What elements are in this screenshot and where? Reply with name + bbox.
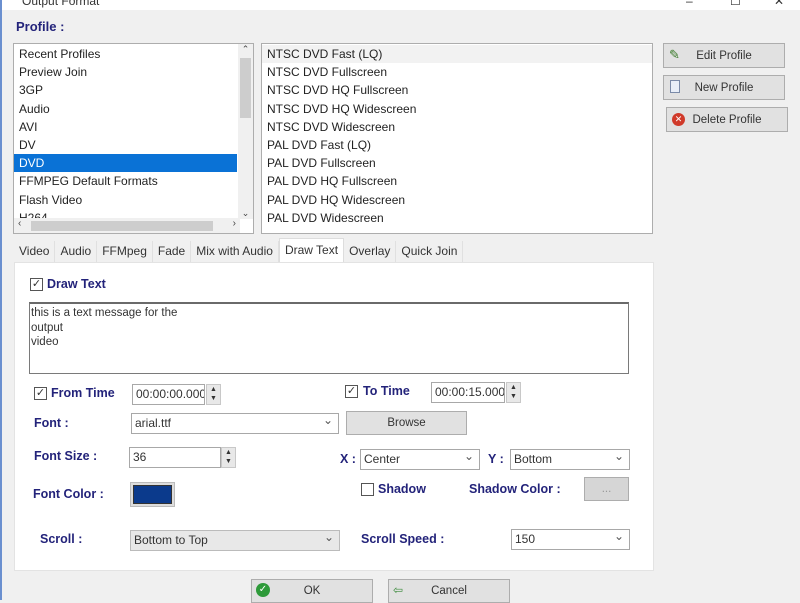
new-profile-label: New Profile (694, 81, 754, 94)
to-time-spinner[interactable]: ▲ ▼ (506, 382, 521, 403)
scroll-value: Bottom to Top (134, 533, 208, 547)
scroll-speed-select[interactable]: 150 (511, 529, 630, 550)
shadow-color-button[interactable]: ... (584, 477, 629, 501)
window-title: Output Format (22, 0, 100, 8)
tab-audio[interactable]: Audio (55, 241, 98, 262)
x-value: Center (364, 452, 401, 466)
scroll-right-icon[interactable]: › (233, 218, 236, 229)
new-profile-button[interactable]: New Profile (663, 75, 785, 100)
delete-profile-label: Delete Profile (692, 113, 762, 126)
profile-item[interactable]: NTSC DVD HQ Fullscreen (262, 81, 652, 99)
delete-profile-button[interactable]: ✕ Delete Profile (666, 107, 788, 132)
browse-button[interactable]: Browse (346, 411, 467, 435)
from-time-label: From Time (51, 386, 115, 400)
tab-mix-with-audio[interactable]: Mix with Audio (191, 241, 279, 262)
profile-item[interactable]: PAL DVD Widescreen (262, 209, 652, 227)
font-color-label: Font Color : (33, 487, 104, 501)
scroll-label: Scroll : (40, 532, 83, 546)
profile-item[interactable]: PAL DVD Fullscreen (262, 154, 652, 172)
checkmark-icon: ✓ (256, 583, 270, 597)
scroll-speed-value: 150 (515, 532, 536, 546)
y-label: Y : (488, 452, 504, 466)
scroll-down-icon[interactable]: ⌄ (238, 208, 253, 219)
new-document-icon (670, 80, 680, 93)
scroll-up-icon[interactable]: ⌃ (238, 44, 253, 55)
font-select[interactable]: arial.ttf (131, 413, 339, 434)
category-item[interactable]: FFMPEG Default Formats (14, 172, 237, 190)
category-item[interactable]: DV (14, 136, 237, 154)
font-value: arial.ttf (135, 416, 172, 430)
edit-icon: ✎ (669, 47, 680, 62)
draw-text-label: Draw Text (47, 277, 106, 291)
ok-label: OK (303, 585, 321, 597)
edit-profile-button[interactable]: ✎ Edit Profile (663, 43, 785, 68)
from-time-spinner[interactable]: ▲ ▼ (206, 384, 221, 405)
horizontal-scrollbar[interactable]: ‹ › (14, 218, 240, 233)
hscroll-thumb[interactable] (31, 221, 213, 231)
category-item[interactable]: 3GP (14, 81, 237, 99)
profile-item[interactable]: PAL DVD HQ Widescreen (262, 191, 652, 209)
scroll-select[interactable]: Bottom to Top (130, 530, 340, 551)
category-item[interactable]: AVI (14, 118, 237, 136)
font-size-spinner[interactable]: ▲ ▼ (221, 447, 236, 468)
browse-label: Browse (387, 417, 426, 429)
category-item[interactable]: Preview Join (14, 63, 237, 81)
category-item[interactable]: Flash Video (14, 191, 237, 209)
profile-label: Profile : (16, 19, 65, 34)
font-size-input[interactable]: 36 (129, 447, 221, 468)
scroll-left-icon[interactable]: ‹ (18, 218, 21, 229)
tab-draw-text[interactable]: Draw Text (278, 238, 345, 262)
maximize-button[interactable]: ☐ (730, 0, 741, 8)
category-item[interactable]: DVD (14, 154, 237, 173)
tab-bar: Video Audio FFMpeg Fade Mix with Audio Draw T… (14, 238, 464, 262)
font-size-label: Font Size : (34, 449, 98, 463)
font-color-button[interactable] (130, 482, 175, 507)
profile-list[interactable]: NTSC DVD Fast (LQ) NTSC DVD Fullscreen NTS… (261, 43, 653, 234)
exit-door-icon: ⇦ (393, 583, 404, 597)
font-label: Font : (34, 416, 69, 430)
draw-text-checkbox[interactable]: ✓ (30, 278, 43, 291)
font-color-swatch (133, 485, 172, 504)
profile-item[interactable]: NTSC DVD Fast (LQ) (262, 45, 652, 64)
to-time-input[interactable]: 00:00:15.000 (431, 382, 505, 403)
vertical-scrollbar[interactable]: ⌃ ⌄ (238, 44, 253, 219)
y-value: Bottom (514, 452, 553, 466)
x-position-select[interactable]: Center (360, 449, 480, 470)
category-list[interactable]: Recent Profiles Preview Join 3GP Audio AVI DV… (13, 43, 254, 234)
delete-icon: ✕ (672, 113, 685, 126)
minimize-button[interactable]: – (686, 0, 693, 8)
profile-item[interactable]: PAL DVD Fast (LQ) (262, 136, 652, 154)
shadow-color-value: ... (601, 483, 612, 495)
profile-item[interactable]: NTSC DVD HQ Widescreen (262, 100, 652, 118)
edit-profile-label: Edit Profile (696, 49, 752, 62)
shadow-color-label: Shadow Color : (469, 482, 561, 496)
profile-item[interactable]: NTSC DVD Widescreen (262, 118, 652, 136)
to-time-label: To Time (363, 384, 410, 398)
tab-fade[interactable]: Fade (152, 241, 192, 262)
close-button[interactable]: ✕ (774, 0, 784, 8)
category-item[interactable]: Recent Profiles (14, 45, 237, 63)
from-time-checkbox[interactable]: ✓ (34, 387, 47, 400)
tab-quick-join[interactable]: Quick Join (396, 241, 464, 262)
cancel-button[interactable]: ⇦ Cancel (388, 579, 510, 603)
x-label: X : (340, 452, 356, 466)
profile-item[interactable]: NTSC DVD Fullscreen (262, 63, 652, 81)
tab-ffmpeg[interactable]: FFMpeg (97, 241, 153, 262)
text-message-input[interactable]: this is a text message for the output vi… (29, 302, 629, 374)
title-bar: Output Format – ☐ ✕ (0, 0, 800, 10)
from-time-input[interactable]: 00:00:00.000 (132, 384, 205, 405)
scroll-speed-label: Scroll Speed : (361, 532, 445, 546)
category-item[interactable]: Audio (14, 100, 237, 118)
tab-video[interactable]: Video (14, 241, 56, 262)
y-position-select[interactable]: Bottom (510, 449, 630, 470)
shadow-label: Shadow (378, 482, 426, 496)
profile-item[interactable]: PAL DVD HQ Fullscreen (262, 172, 652, 190)
window-border (0, 0, 2, 600)
scroll-thumb[interactable] (240, 58, 251, 118)
ok-button[interactable]: ✓ OK (251, 579, 373, 603)
tab-overlay[interactable]: Overlay (344, 241, 397, 262)
shadow-checkbox[interactable] (361, 483, 374, 496)
cancel-label: Cancel (431, 585, 467, 597)
to-time-checkbox[interactable]: ✓ (345, 385, 358, 398)
